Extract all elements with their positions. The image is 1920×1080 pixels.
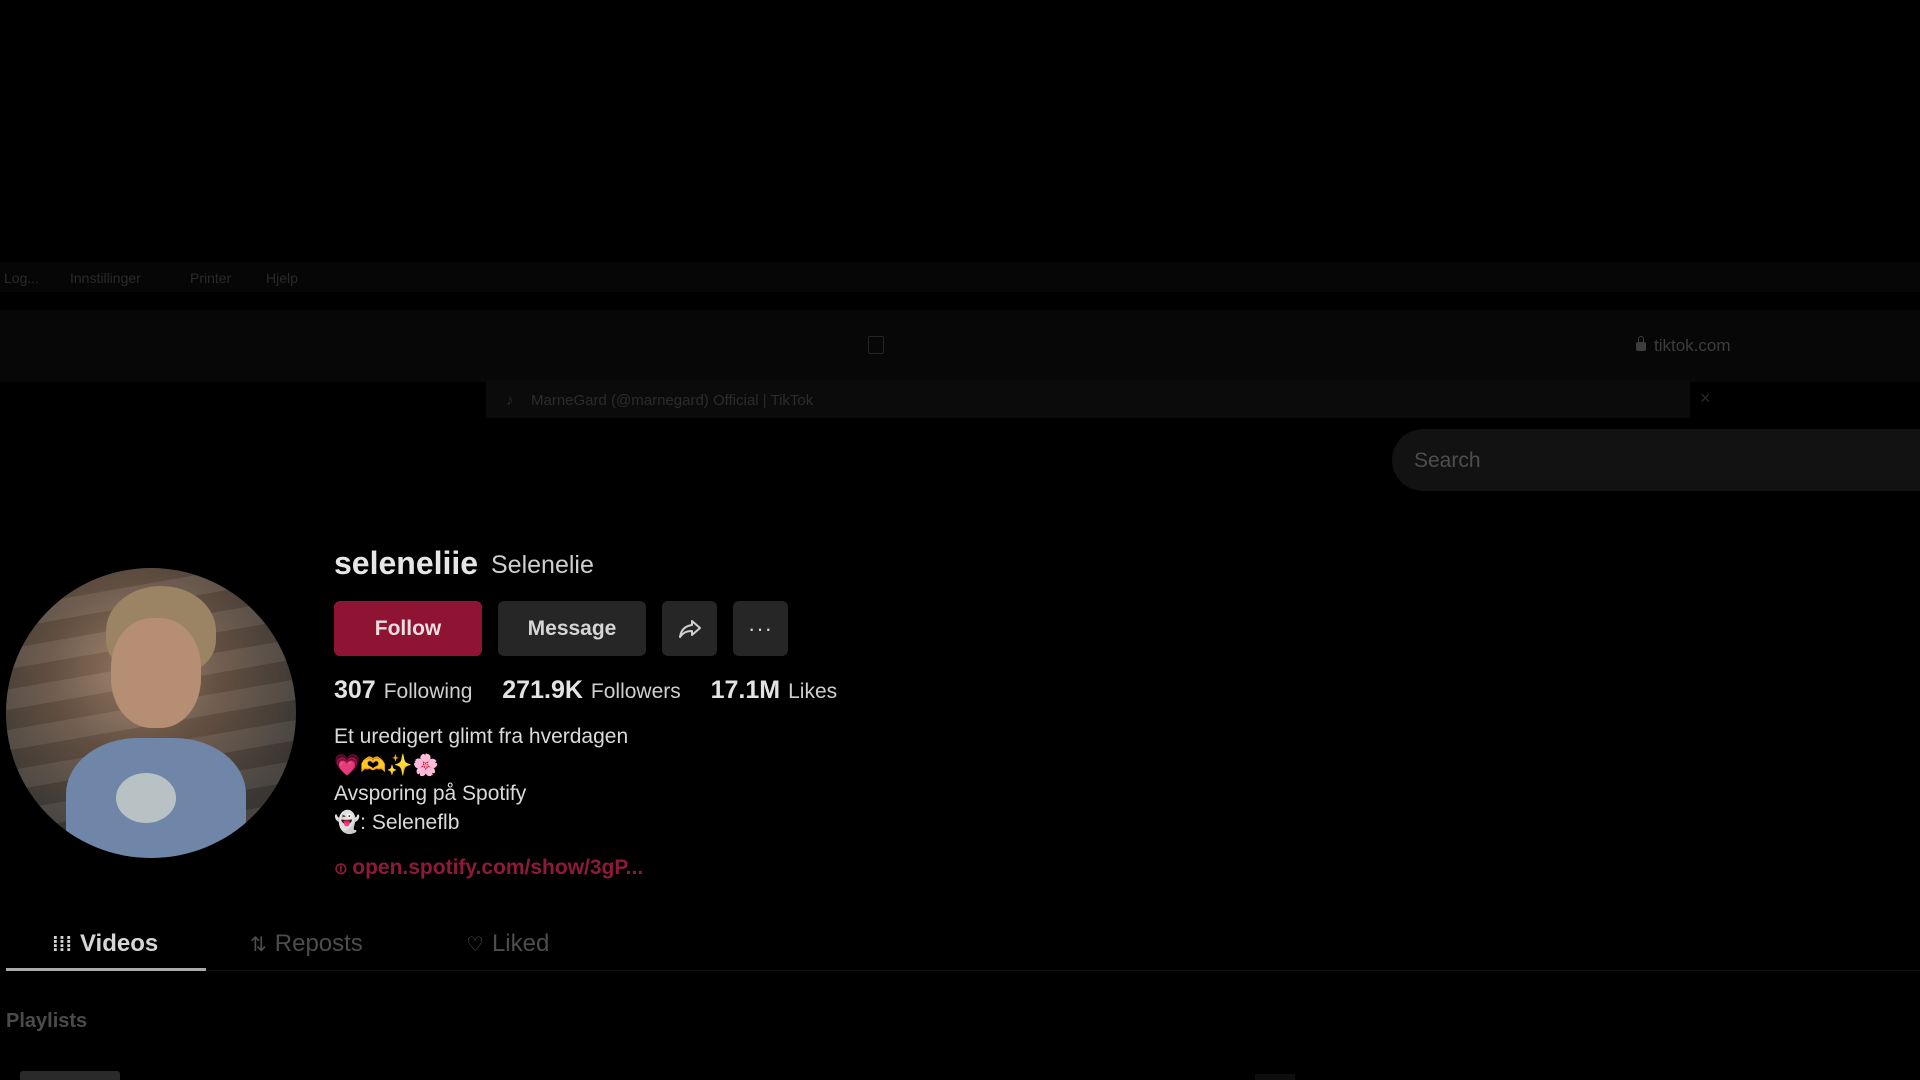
search-input[interactable]: Search <box>1392 429 1920 491</box>
url-field[interactable]: tiktok.com <box>1636 336 1731 356</box>
tab-liked-label: Liked <box>491 930 550 957</box>
close-icon[interactable]: × <box>1700 388 1711 409</box>
profile-tabs: ⁞⁞⁞ Videos ⇅ Reposts ♡ Liked <box>6 920 1920 972</box>
lock-icon <box>1636 336 1646 351</box>
bio-line: Avsporing på Spotify <box>334 782 527 805</box>
screen: Log... Innstillinger Printer Hjelp tikto… <box>0 0 1920 1080</box>
tab-reposts-label: Reposts <box>274 930 363 957</box>
avatar-face <box>111 618 201 728</box>
grid-icon: ⁞⁞⁞ <box>52 934 72 956</box>
browser-tab-title-text: MarneGard (@marnegard) Official | TikTok <box>531 392 814 409</box>
profile-link-text: open.spotify.com/show/3gP... <box>352 856 644 879</box>
avatar[interactable] <box>6 568 296 858</box>
address-bar <box>0 310 1920 382</box>
bio-line: 👻: Seleneflb <box>334 810 460 834</box>
followers-count: 271.9K <box>502 676 583 704</box>
avatar-cup <box>116 773 176 823</box>
bio-line: Et uredigert glimt fra hverdagen <box>334 725 629 748</box>
tab-reposts[interactable]: ⇅ Reposts <box>250 930 363 958</box>
followers-label: Followers <box>590 680 681 703</box>
likes-count: 17.1M <box>710 676 781 704</box>
share-icon <box>678 619 701 638</box>
tab-liked[interactable]: ♡ Liked <box>466 930 549 958</box>
playlist-thumbnail[interactable] <box>1255 1074 1295 1080</box>
profile-link[interactable]: ⊘open.spotify.com/show/3gP... <box>329 856 644 880</box>
bookmark-item[interactable]: Log... <box>4 270 39 286</box>
bookmark-item[interactable]: Hjelp <box>266 270 298 286</box>
username: seleneliie <box>334 545 479 581</box>
following-count: 307 <box>334 676 376 704</box>
tiktok-icon: ♪ <box>506 392 514 409</box>
more-options-button[interactable]: ··· <box>733 601 788 656</box>
following-stat[interactable]: 307 Following <box>334 676 473 704</box>
repost-icon: ⇅ <box>250 934 267 956</box>
likes-stat: 17.1M Likes <box>711 676 838 704</box>
following-label: Following <box>383 680 473 703</box>
followers-stat[interactable]: 271.9K Followers <box>502 676 681 704</box>
playlists-heading: Playlists <box>6 1010 88 1032</box>
nickname: Selenelie <box>491 551 594 579</box>
tab-videos-label: Videos <box>79 930 159 957</box>
sidebar-icon[interactable] <box>868 336 884 354</box>
heart-icon: ♡ <box>466 934 484 956</box>
link-icon: ⊘ <box>329 856 353 881</box>
tab-divider <box>6 970 1920 971</box>
profile-stats: 307 Following 271.9K Followers 17.1M Likes <box>334 676 861 705</box>
bookmark-item[interactable]: Printer <box>190 270 231 286</box>
bookmark-item[interactable]: Innstillinger <box>70 270 141 286</box>
bio-line: 💗🫶✨🌸 <box>334 753 439 777</box>
search-placeholder: Search <box>1414 449 1481 472</box>
active-tab-underline <box>6 968 206 971</box>
likes-label: Likes <box>788 680 838 703</box>
message-button[interactable]: Message <box>498 601 646 656</box>
browser-tab-title[interactable]: ♪ MarneGard (@marnegard) Official | TikTo… <box>506 392 813 409</box>
follow-button[interactable]: Follow <box>334 601 482 656</box>
url-text: tiktok.com <box>1654 336 1731 355</box>
bio: Et uredigert glimt fra hverdagen 💗🫶✨🌸 Av… <box>334 723 628 837</box>
playlist-thumbnail[interactable] <box>20 1071 120 1080</box>
share-button[interactable] <box>662 601 717 656</box>
tab-videos[interactable]: ⁞⁞⁞ Videos <box>52 930 158 958</box>
bookmark-bar: Log... Innstillinger Printer Hjelp <box>0 262 1920 292</box>
